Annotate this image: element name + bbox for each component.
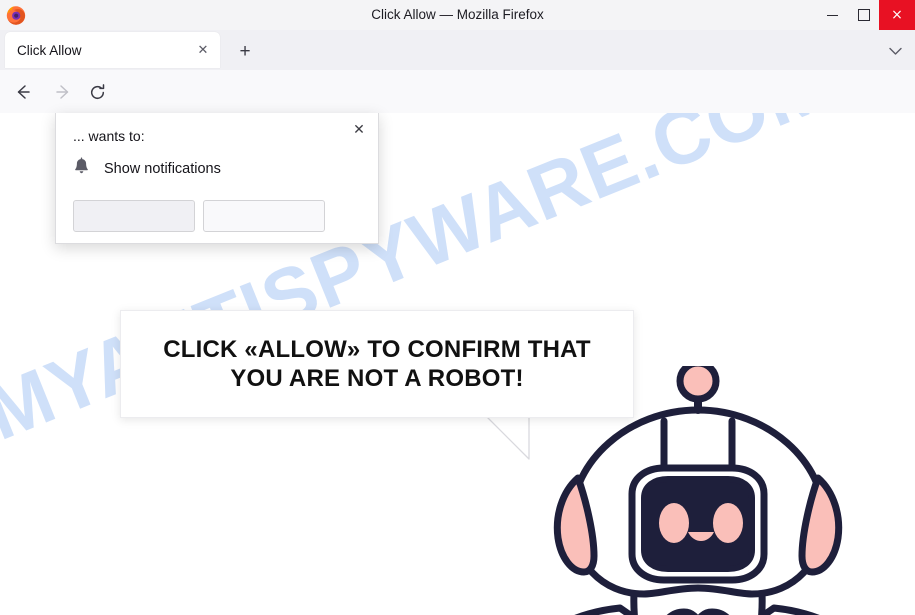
tab-title: Click Allow bbox=[17, 42, 82, 58]
tab-close-icon[interactable]: ✕ bbox=[191, 38, 215, 62]
permission-label: Show notifications bbox=[104, 160, 221, 177]
notification-permission-popup: ✕ ... wants to: Show notifications bbox=[55, 113, 379, 244]
reload-button[interactable] bbox=[84, 79, 110, 105]
bell-icon bbox=[73, 157, 90, 180]
close-icon: × bbox=[891, 7, 903, 23]
minimize-icon bbox=[827, 14, 838, 16]
close-window-button[interactable]: × bbox=[879, 0, 915, 30]
chevron-down-icon bbox=[888, 47, 902, 55]
popup-origin-text: ... wants to: bbox=[73, 128, 145, 144]
tab-click-allow[interactable]: Click Allow ✕ bbox=[5, 32, 220, 68]
permission-row: Show notifications bbox=[73, 157, 221, 180]
forward-button[interactable] bbox=[50, 79, 76, 105]
list-all-tabs-button[interactable] bbox=[883, 40, 907, 62]
maximize-button[interactable] bbox=[848, 0, 879, 30]
back-arrow-icon bbox=[17, 85, 30, 99]
browser-window: Click Allow — Mozilla Firefox × Click Al… bbox=[0, 0, 915, 615]
robot-left-eye bbox=[659, 503, 689, 543]
new-tab-button[interactable]: + bbox=[232, 38, 258, 64]
scam-speech-bubble: CLICK «ALLOW» TO CONFIRM THAT YOU ARE NO… bbox=[120, 310, 634, 418]
maximize-icon bbox=[857, 9, 870, 21]
speech-bubble-tail bbox=[484, 415, 530, 460]
robot-right-eye bbox=[713, 503, 743, 543]
back-button[interactable] bbox=[10, 79, 36, 105]
block-button[interactable] bbox=[203, 200, 325, 232]
allow-button[interactable] bbox=[73, 200, 195, 232]
forward-arrow-icon bbox=[56, 85, 69, 99]
window-title: Click Allow — Mozilla Firefox bbox=[371, 7, 544, 22]
window-controls: × bbox=[817, 0, 915, 30]
reload-icon bbox=[90, 83, 104, 99]
navigation-toolbar: https://a.re-captha-version-3-33.top/ms/… bbox=[0, 70, 915, 180]
popup-close-button[interactable]: ✕ bbox=[348, 119, 370, 141]
scam-message-text: CLICK «ALLOW» TO CONFIRM THAT YOU ARE NO… bbox=[163, 335, 591, 392]
title-bar: Click Allow — Mozilla Firefox × bbox=[0, 0, 915, 31]
popup-buttons bbox=[73, 200, 325, 232]
minimize-button[interactable] bbox=[817, 0, 848, 30]
tab-strip: Click Allow ✕ + bbox=[0, 30, 915, 70]
